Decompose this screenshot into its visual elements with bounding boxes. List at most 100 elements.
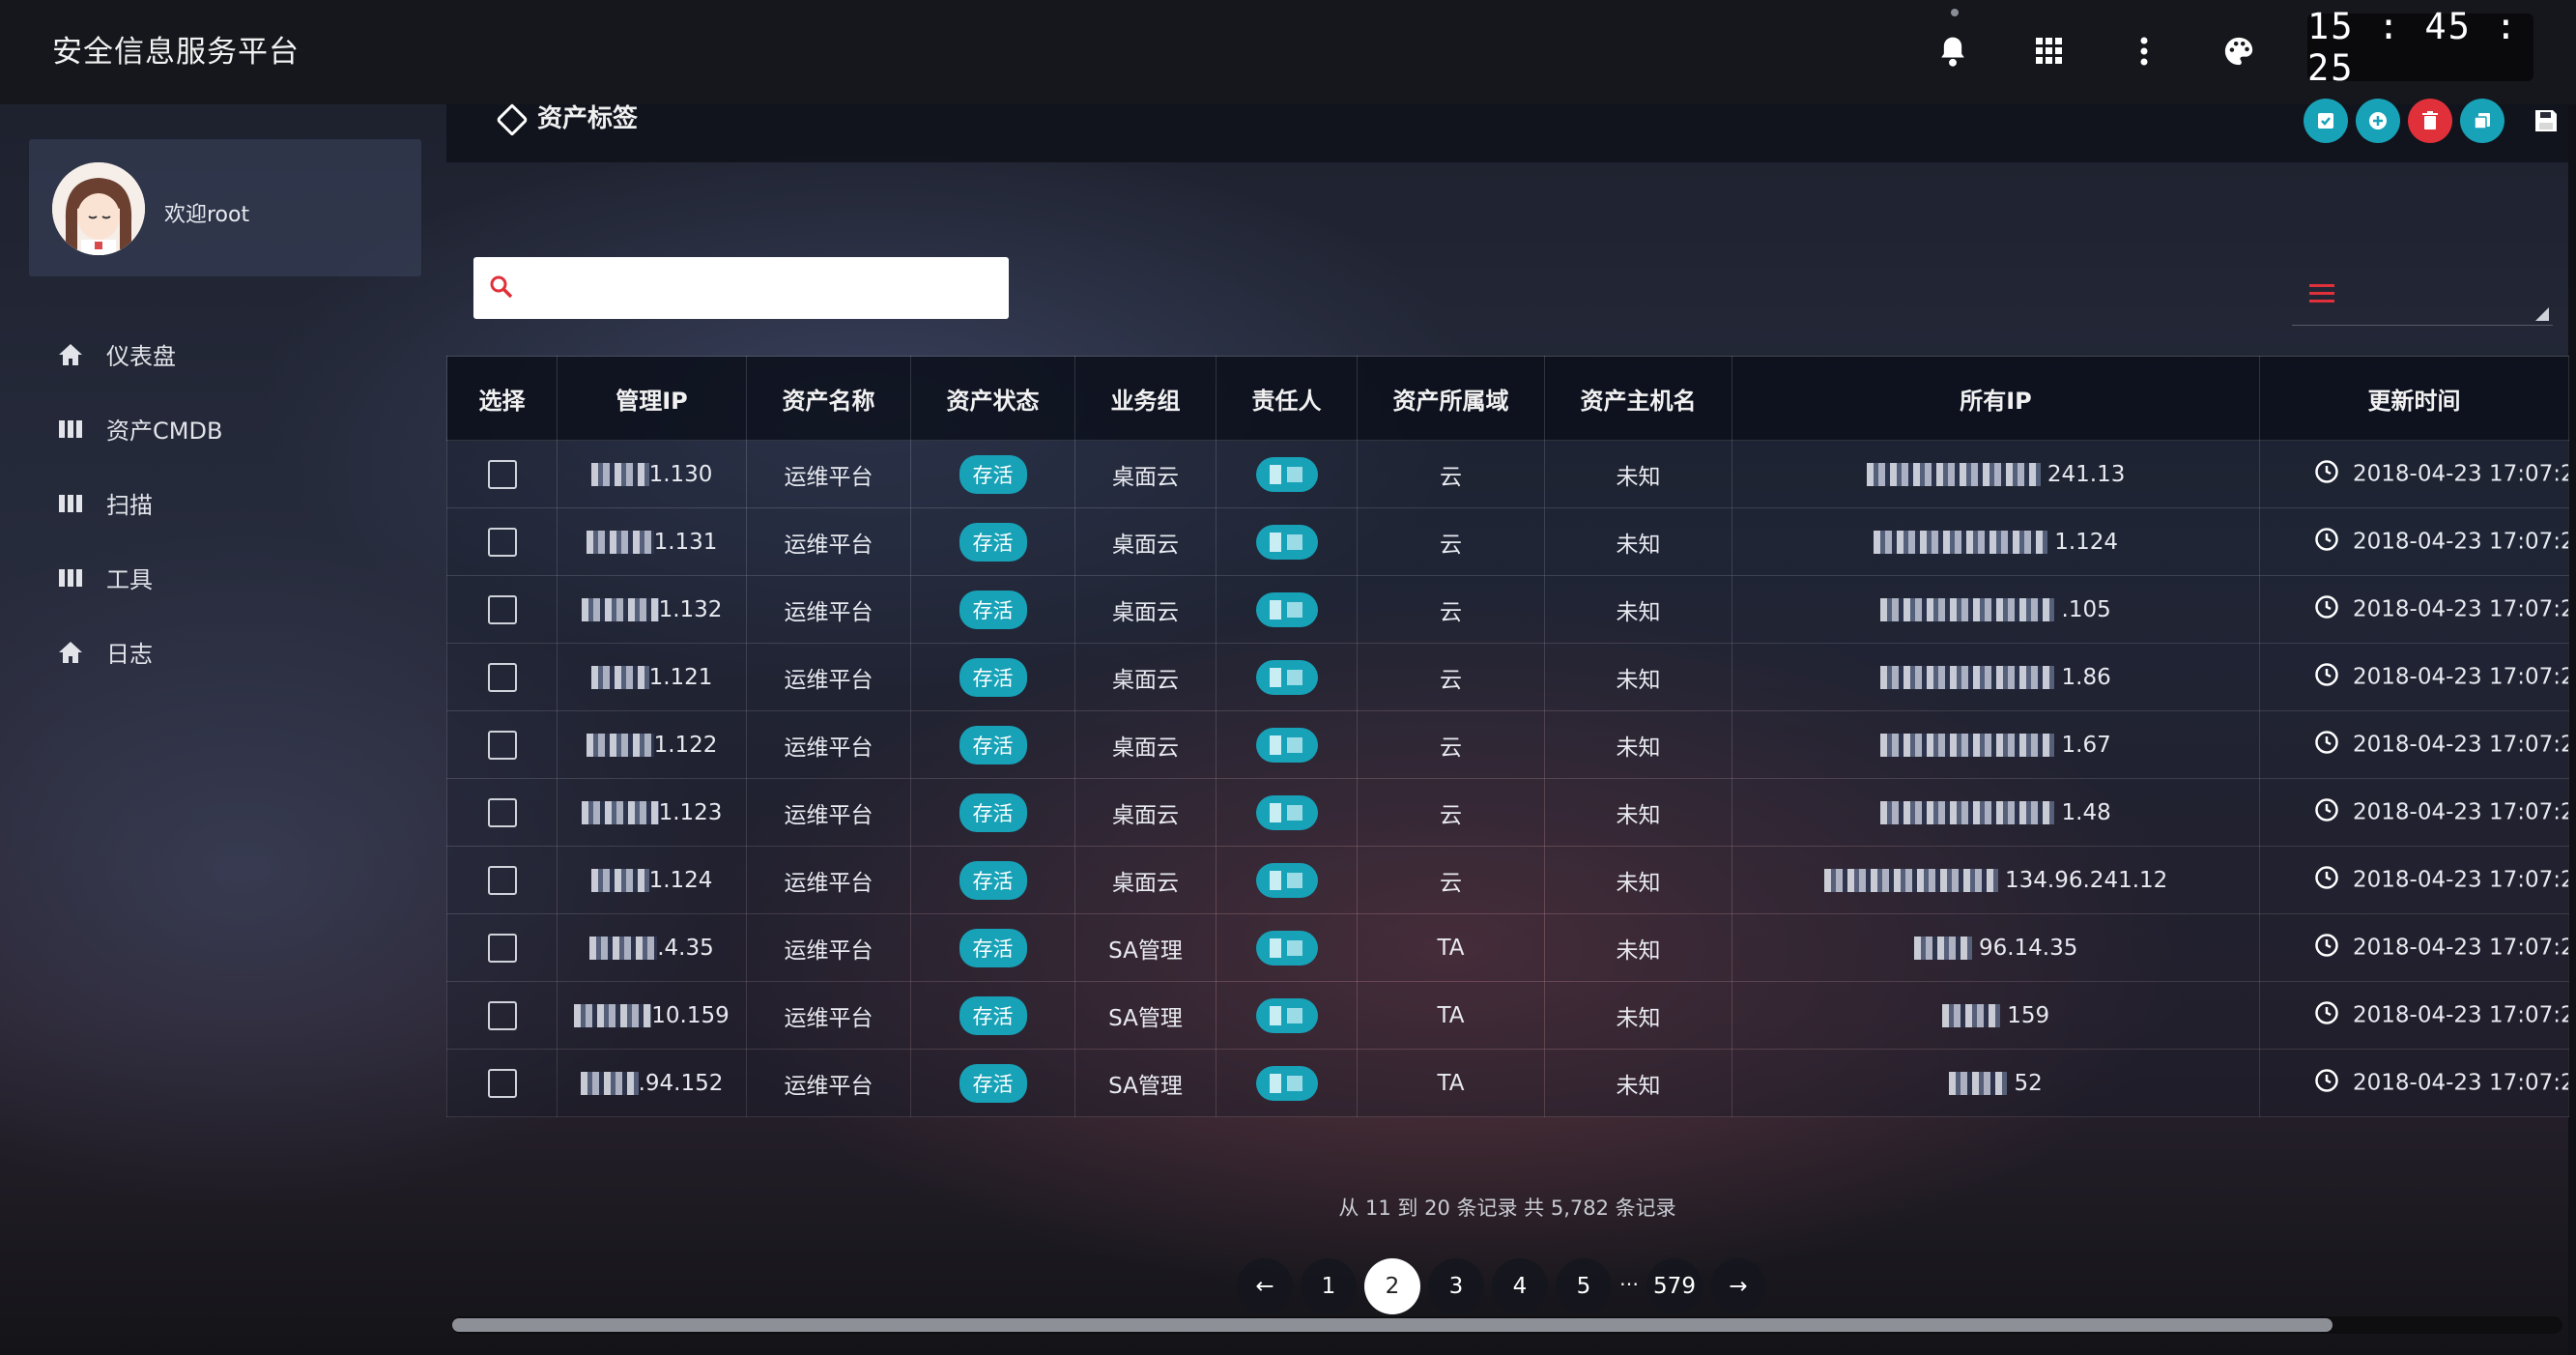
page-button[interactable]: 3 <box>1428 1258 1484 1314</box>
owner-avatar-redacted[interactable] <box>1255 997 1318 1033</box>
col-header-mgmt-ip[interactable]: 管理IP <box>557 356 747 441</box>
sidebar-item-label: 仪表盘 <box>106 343 176 370</box>
row-checkbox[interactable] <box>487 662 517 692</box>
table-row[interactable]: 1.122 运维平台 存活 桌面云 云未知 1.67 2018-04-23 17:07:2 <box>446 710 2569 779</box>
owner-avatar-redacted[interactable] <box>1255 862 1318 898</box>
owner-avatar-redacted[interactable] <box>1255 524 1318 560</box>
col-header-hostname[interactable]: 资产主机名 <box>1544 356 1732 441</box>
page-button[interactable]: 1 <box>1301 1258 1357 1314</box>
owner-avatar-redacted[interactable] <box>1255 659 1318 695</box>
table-row[interactable]: .94.152 运维平台 存活 SA管理 TA 未知 52 2018-04-23 17:07… <box>446 1049 2569 1117</box>
palette-icon[interactable] <box>2217 29 2261 73</box>
row-checkbox[interactable] <box>487 1068 517 1098</box>
redacted-mask <box>574 1004 652 1027</box>
owner-avatar-redacted[interactable] <box>1255 591 1318 627</box>
row-checkbox[interactable] <box>487 933 517 963</box>
add-button[interactable] <box>2356 99 2400 143</box>
asset-status-cell: 存活 <box>910 643 1075 711</box>
domain-cell: 云 <box>1357 846 1545 914</box>
col-header-asset-status[interactable]: 资产状态 <box>910 356 1075 441</box>
more-vertical-icon[interactable] <box>2122 29 2166 73</box>
col-header-asset-name[interactable]: 资产名称 <box>746 356 911 441</box>
apps-grid-icon[interactable] <box>2027 29 2072 73</box>
mgmt-ip-cell: .94.152 <box>557 1049 747 1117</box>
save-button[interactable] <box>2524 99 2568 143</box>
hostname-cell: 未知 <box>1544 981 1732 1050</box>
owner-avatar-redacted[interactable] <box>1255 727 1318 763</box>
search-input[interactable] <box>528 267 995 311</box>
updated-cell: 2018-04-23 17:07:2 <box>2259 913 2569 982</box>
asset-name-cell: 运维平台 <box>746 643 911 711</box>
table-row[interactable]: 1.131 运维平台 存活 桌面云 云未知 1.124 2018-04-23 17:07:… <box>446 507 2569 576</box>
delete-button[interactable] <box>2408 99 2452 143</box>
table-row[interactable]: 1.123 运维平台 存活 桌面云 云未知 1.48 2018-04-23 17:07:2 <box>446 778 2569 847</box>
redacted-mask <box>586 531 654 554</box>
sidebar-item-dashboard[interactable]: 仪表盘 <box>0 317 446 391</box>
owner-avatar-redacted[interactable] <box>1255 456 1318 492</box>
prev-page-button[interactable]: ← <box>1237 1258 1293 1314</box>
updated-cell: 2018-04-23 17:07:2 <box>2259 981 2569 1050</box>
all-ips-cell: 96.14.35 <box>1732 913 2260 982</box>
page-button-current[interactable]: 2 <box>1364 1258 1420 1314</box>
row-checkbox[interactable] <box>487 1000 517 1030</box>
row-checkbox[interactable] <box>487 730 517 760</box>
sidebar-item-scan[interactable]: 扫描 <box>0 466 446 540</box>
updated-cell: 2018-04-23 17:07:2 <box>2259 643 2569 711</box>
select-cell <box>446 710 558 779</box>
redacted-mask <box>580 1072 639 1095</box>
domain-cell: 云 <box>1357 575 1545 644</box>
col-header-owner[interactable]: 责任人 <box>1216 356 1358 441</box>
col-header-updated[interactable]: 更新时间 <box>2259 356 2569 441</box>
asset-status-cell: 存活 <box>910 575 1075 644</box>
row-checkbox[interactable] <box>487 594 517 624</box>
owner-avatar-redacted[interactable] <box>1255 1065 1318 1101</box>
updated-cell: 2018-04-23 17:07:2 <box>2259 778 2569 847</box>
col-header-select[interactable]: 选择 <box>446 356 558 441</box>
row-checkbox[interactable] <box>487 797 517 827</box>
asset-name-cell: 运维平台 <box>746 981 911 1050</box>
check-button[interactable] <box>2304 99 2348 143</box>
table-row[interactable]: 10.159 运维平台 存活 SA管理 TA 未知 159 2018-04-23 17:07… <box>446 981 2569 1050</box>
status-badge: 存活 <box>959 1063 1027 1103</box>
row-checkbox[interactable] <box>487 865 517 895</box>
updated-time: 2018-04-23 17:07:2 <box>2353 867 2569 892</box>
scrollbar-thumb[interactable] <box>452 1318 2333 1332</box>
bell-icon[interactable] <box>1931 29 1975 73</box>
col-header-domain[interactable]: 资产所属域 <box>1357 356 1545 441</box>
all-ips-value: 134.96.241.12 <box>2005 867 2168 893</box>
page-button[interactable]: 4 <box>1492 1258 1548 1314</box>
copy-button[interactable] <box>2460 99 2504 143</box>
table-row[interactable]: 1.121 运维平台 存活 桌面云 云未知 1.86 2018-04-23 17:07:2 <box>446 643 2569 711</box>
sidebar-item-logs[interactable]: 日志 <box>0 615 446 689</box>
mgmt-ip-cell: 1.131 <box>557 507 747 576</box>
search-box[interactable] <box>473 257 1009 319</box>
col-header-business-group[interactable]: 业务组 <box>1074 356 1216 441</box>
horizontal-scrollbar[interactable] <box>452 1316 2562 1334</box>
table-row[interactable]: .4.35 运维平台 存活 SA管理 TA 未知 96.14.35 2018-04-23 1… <box>446 913 2569 982</box>
redacted-mask <box>581 801 659 824</box>
column-menu[interactable] <box>2292 259 2553 326</box>
row-checkbox[interactable] <box>487 527 517 557</box>
sidebar-item-cmdb[interactable]: 资产CMDB <box>0 391 446 466</box>
next-page-button[interactable]: → <box>1710 1258 1766 1314</box>
business-group-cell: SA管理 <box>1074 1049 1216 1117</box>
row-checkbox[interactable] <box>487 459 517 489</box>
sidebar-item-tools[interactable]: 工具 <box>0 540 446 615</box>
updated-time: 2018-04-23 17:07:2 <box>2353 799 2569 824</box>
table-row[interactable]: 1.130 运维平台 存活 桌面云 云未知 241.13 2018-04-23 17:07… <box>446 440 2569 508</box>
updated-cell: 2018-04-23 17:07:2 <box>2259 440 2569 508</box>
owner-avatar-redacted[interactable] <box>1255 794 1318 830</box>
status-badge: 存活 <box>959 860 1027 900</box>
business-group-cell: 桌面云 <box>1074 440 1216 508</box>
updated-time: 2018-04-23 17:07:2 <box>2353 1070 2569 1095</box>
page-button[interactable]: 5 <box>1556 1258 1612 1314</box>
avatar[interactable] <box>52 162 145 255</box>
table-row[interactable]: 1.124 运维平台 存活 桌面云 云未知 134.96.241.12 2018-04-2… <box>446 846 2569 914</box>
last-page-button[interactable]: 579 <box>1646 1258 1703 1314</box>
hostname-cell: 未知 <box>1544 778 1732 847</box>
vertical-scrollbar[interactable] <box>2568 104 2576 1355</box>
table-row[interactable]: 1.132 运维平台 存活 桌面云 云未知 .105 2018-04-23 17:07:2 <box>446 575 2569 644</box>
col-header-all-ips[interactable]: 所有IP <box>1732 356 2260 441</box>
asset-name-cell: 运维平台 <box>746 846 911 914</box>
owner-avatar-redacted[interactable] <box>1255 930 1318 966</box>
